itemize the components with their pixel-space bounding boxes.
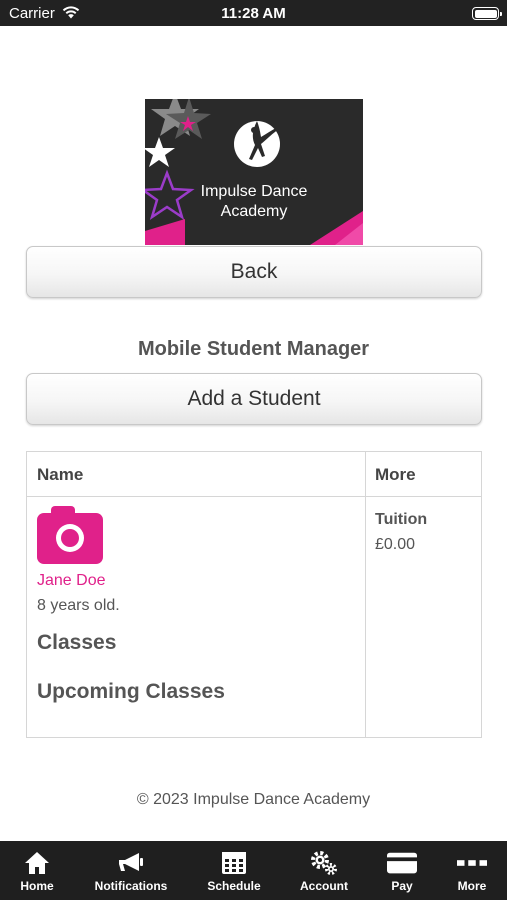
column-divider bbox=[365, 452, 366, 737]
upcoming-classes-heading: Upcoming Classes bbox=[37, 680, 225, 703]
bottom-tab-bar: Home Notifications Schedule Account Pay … bbox=[0, 841, 507, 900]
academy-logo: Impulse Dance Academy bbox=[145, 99, 363, 245]
logo-text-line2: Academy bbox=[220, 203, 288, 220]
student-table: Name More Jane Doe 8 years old. Classes … bbox=[26, 451, 482, 738]
header-name: Name bbox=[37, 465, 84, 484]
student-name-link[interactable]: Jane Doe bbox=[37, 572, 106, 590]
megaphone-icon bbox=[116, 849, 146, 877]
status-bar: Carrier 11:28 AM bbox=[0, 0, 507, 26]
tab-account[interactable]: Account bbox=[290, 841, 358, 900]
tab-label: Schedule bbox=[207, 879, 261, 893]
tab-label: Pay bbox=[391, 879, 413, 893]
tab-notifications[interactable]: Notifications bbox=[84, 841, 178, 900]
tab-label: Home bbox=[20, 879, 54, 893]
tab-pay[interactable]: Pay bbox=[372, 841, 432, 900]
logo-stars-graphic bbox=[145, 99, 363, 245]
credit-card-icon bbox=[387, 849, 417, 877]
home-icon bbox=[22, 849, 52, 877]
header-more: More bbox=[375, 465, 416, 484]
clock: 11:28 AM bbox=[221, 5, 286, 22]
battery-icon bbox=[472, 7, 502, 20]
calendar-icon bbox=[219, 849, 249, 877]
more-dots-icon bbox=[457, 849, 487, 877]
page-title: Mobile Student Manager bbox=[137, 338, 370, 360]
copyright-footer: © 2023 Impulse Dance Academy bbox=[136, 791, 371, 808]
logo-text-line1: Impulse Dance bbox=[200, 183, 308, 200]
tab-more[interactable]: More bbox=[442, 841, 502, 900]
tab-label: Account bbox=[300, 879, 348, 893]
header-divider bbox=[27, 496, 481, 497]
tuition-value: £0.00 bbox=[375, 536, 416, 553]
classes-heading: Classes bbox=[37, 631, 117, 654]
camera-icon[interactable] bbox=[37, 506, 103, 564]
tab-home[interactable]: Home bbox=[0, 841, 74, 900]
tab-label: More bbox=[457, 879, 487, 893]
gears-icon bbox=[309, 849, 339, 877]
tuition-label: Tuition bbox=[375, 511, 428, 528]
add-student-button[interactable]: Add a Student bbox=[26, 373, 482, 425]
student-age: 8 years old. bbox=[37, 597, 120, 614]
tab-schedule[interactable]: Schedule bbox=[196, 841, 272, 900]
tab-label: Notifications bbox=[94, 879, 168, 893]
back-button[interactable]: Back bbox=[26, 246, 482, 298]
